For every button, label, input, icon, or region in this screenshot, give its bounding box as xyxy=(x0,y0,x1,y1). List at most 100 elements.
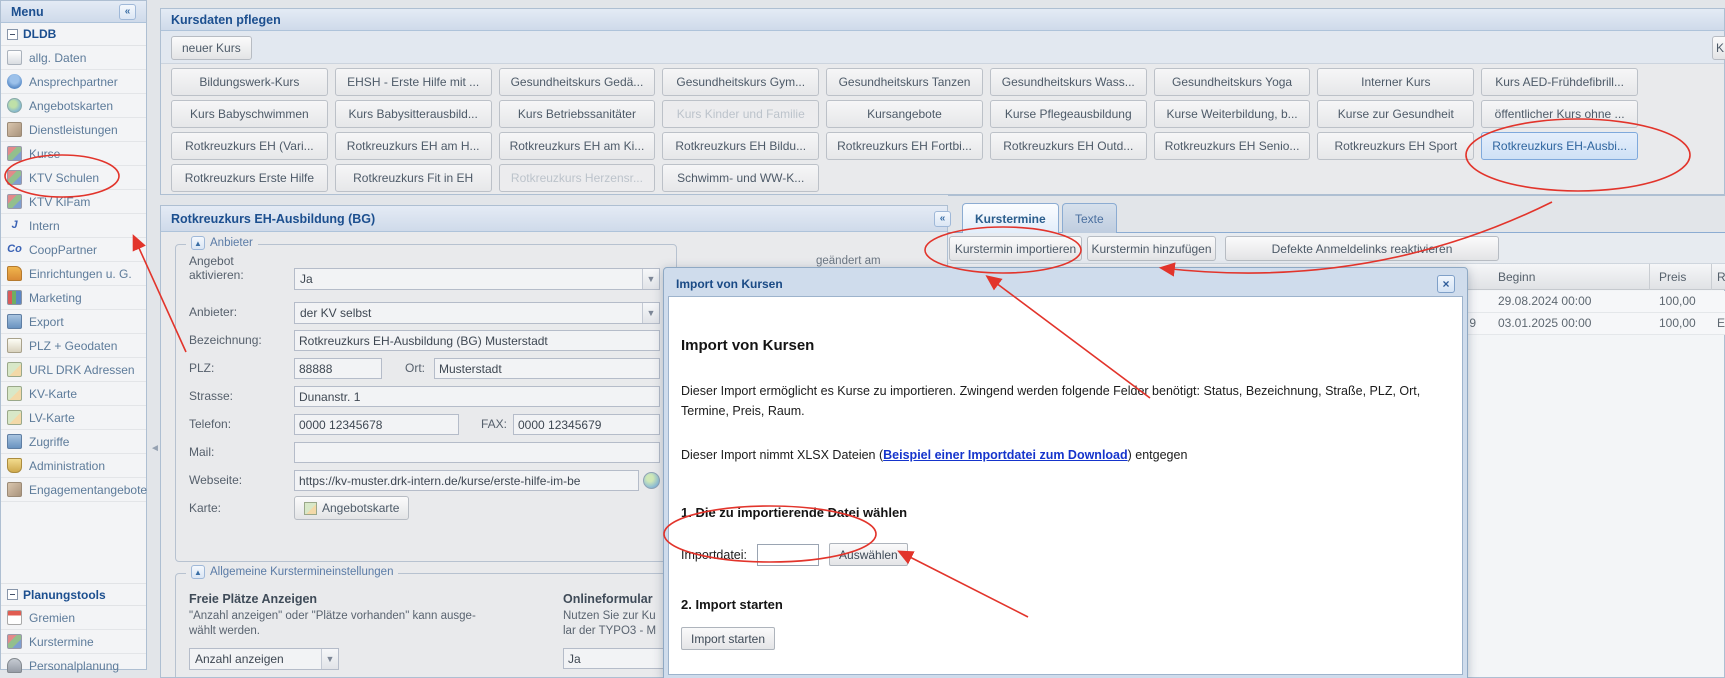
course-button[interactable]: Gesundheitskurs Tanzen xyxy=(826,68,983,96)
course-button[interactable]: EHSH - Erste Hilfe mit ... xyxy=(335,68,492,96)
course-button[interactable]: Schwimm- und WW-K... xyxy=(662,164,819,192)
auswaehlen-button[interactable]: Auswählen xyxy=(829,543,908,566)
course-button[interactable]: Rotkreuzkurs Erste Hilfe xyxy=(171,164,328,192)
telefon-input[interactable] xyxy=(294,414,459,435)
webseite-input[interactable] xyxy=(294,470,639,491)
course-button[interactable]: Kurs Betriebssanitäter xyxy=(499,100,656,128)
course-button[interactable]: Kurs AED-Frühdefibrill... xyxy=(1481,68,1638,96)
column-header-preis[interactable]: Preis xyxy=(1650,264,1712,290)
course-data-panel: Kursdaten pflegen neuer Kurs K Bildungsw… xyxy=(160,8,1725,195)
course-button[interactable]: Rotkreuzkurs Fit in EH xyxy=(335,164,492,192)
tab-texte[interactable]: Texte xyxy=(1062,203,1117,233)
sidebar-item[interactable]: URL DRK Adressen xyxy=(1,358,146,382)
defekte-anmeldelinks-button[interactable]: Defekte Anmeldelinks reaktivieren xyxy=(1225,236,1499,261)
sidebar-group-planungstools[interactable]: Planungstools xyxy=(1,583,146,606)
kurstermin-importieren-button[interactable]: Kurstermin importieren xyxy=(949,236,1082,261)
new-course-button[interactable]: neuer Kurs xyxy=(171,36,252,60)
sidebar-item[interactable]: LV-Karte xyxy=(1,406,146,430)
course-button[interactable]: öffentlicher Kurs ohne ... xyxy=(1481,100,1638,128)
course-button[interactable]: Kurse Pflegeausbildung xyxy=(990,100,1147,128)
course-data-header: Kursdaten pflegen xyxy=(161,9,1724,31)
sidebar-item[interactable]: Co CoopPartner xyxy=(1,238,146,262)
sidebar-item[interactable]: Kurstermine xyxy=(1,630,146,654)
bezeichnung-input[interactable] xyxy=(294,330,660,351)
course-button[interactable]: Kursangebote xyxy=(826,100,983,128)
sidebar-item[interactable]: Einrichtungen u. G. xyxy=(1,262,146,286)
course-button[interactable]: Gesundheitskurs Gedä... xyxy=(499,68,656,96)
course-button[interactable]: Rotkreuzkurs EH am H... xyxy=(335,132,492,160)
course-button[interactable]: Bildungswerk-Kurs xyxy=(171,68,328,96)
importdatei-input[interactable] xyxy=(757,544,819,566)
splitter-collapse-icon[interactable]: ◄ xyxy=(150,443,160,454)
sidebar-item[interactable]: Zugriffe xyxy=(1,430,146,454)
panel-collapse-icon[interactable]: « xyxy=(934,211,951,227)
course-button[interactable]: Rotkreuzkurs EH-Ausbi... xyxy=(1481,132,1638,160)
kurstermin-hinzufuegen-button[interactable]: Kurstermin hinzufügen xyxy=(1087,236,1216,261)
course-button[interactable]: Rotkreuzkurs EH am Ki... xyxy=(499,132,656,160)
angebot-select[interactable]: Ja▼ xyxy=(294,268,660,290)
course-button[interactable]: Rotkreuzkurs EH Bildu... xyxy=(662,132,819,160)
course-button[interactable]: Rotkreuzkurs EH Outd... xyxy=(990,132,1147,160)
plz-input[interactable] xyxy=(294,358,382,379)
sidebar-item[interactable]: KTV KiFam xyxy=(1,190,146,214)
sidebar-item[interactable]: Ansprechpartner xyxy=(1,70,146,94)
sidebar-item[interactable]: Marketing xyxy=(1,286,146,310)
karte-label: Karte: xyxy=(189,501,221,515)
sidebar-group-dldb[interactable]: DLDB xyxy=(1,23,146,46)
angebotskarte-button[interactable]: Angebotskarte xyxy=(294,496,409,520)
fieldset-collapse-icon[interactable]: ▲ xyxy=(191,236,205,250)
mail-input[interactable] xyxy=(294,442,660,463)
column-header-partial[interactable]: R xyxy=(1712,264,1725,290)
tab-bar: Kurstermine Texte xyxy=(948,196,1725,233)
modal-titlebar[interactable]: Import von Kursen × xyxy=(668,272,1463,296)
sidebar-item[interactable]: Engagementangebote xyxy=(1,478,146,502)
fieldset-collapse-icon[interactable]: ▲ xyxy=(191,565,205,579)
sidebar-item[interactable]: J Intern xyxy=(1,214,146,238)
sidebar-item[interactable]: KV-Karte xyxy=(1,382,146,406)
course-button[interactable]: Gesundheitskurs Gym... xyxy=(662,68,819,96)
sidebar-item[interactable]: allg. Daten xyxy=(1,46,146,70)
anbieter-select[interactable]: der KV selbst▼ xyxy=(294,302,660,324)
sidebar-item[interactable]: Personalplanung xyxy=(1,654,146,678)
course-button[interactable]: Rotkreuzkurs EH Fortbi... xyxy=(826,132,983,160)
sidebar-item-label: Zugriffe xyxy=(29,435,69,449)
import-starten-button[interactable]: Import starten xyxy=(681,627,775,650)
course-button[interactable]: Gesundheitskurs Yoga xyxy=(1154,68,1311,96)
sidebar-item[interactable]: KTV Schulen xyxy=(1,166,146,190)
fax-input[interactable] xyxy=(513,414,660,435)
sidebar-item-icon xyxy=(7,74,22,89)
course-button[interactable]: Rotkreuzkurs EH Sport xyxy=(1317,132,1474,160)
importdatei-download-link[interactable]: Beispiel einer Importdatei zum Download xyxy=(883,448,1127,462)
close-icon[interactable]: × xyxy=(1437,275,1455,293)
ort-input[interactable] xyxy=(434,358,660,379)
course-button[interactable]: Rotkreuzkurs Herzensr... xyxy=(499,164,656,192)
tab-kurstermine[interactable]: Kurstermine xyxy=(962,203,1059,233)
sidebar-item-icon xyxy=(7,410,22,425)
course-button[interactable]: Interner Kurs xyxy=(1317,68,1474,96)
sidebar-item[interactable]: PLZ + Geodaten xyxy=(1,334,146,358)
course-button[interactable]: Kurse Weiterbildung, b... xyxy=(1154,100,1311,128)
course-button[interactable]: Rotkreuzkurs EH (Vari... xyxy=(171,132,328,160)
column-header-beginn[interactable]: Beginn xyxy=(1478,264,1650,290)
sidebar-item[interactable]: Angebotskarten xyxy=(1,94,146,118)
course-button[interactable]: Kurs Babysitterausbild... xyxy=(335,100,492,128)
course-button[interactable]: Kurse zur Gesundheit xyxy=(1317,100,1474,128)
sidebar-collapse-icon[interactable]: « xyxy=(119,4,136,20)
sidebar-item-icon xyxy=(7,458,22,473)
anzahl-anzeigen-select[interactable]: Anzahl anzeigen▼ xyxy=(189,648,339,670)
course-button[interactable]: Kurs Kinder und Familie xyxy=(662,100,819,128)
course-button[interactable]: Kurs Babyschwimmen xyxy=(171,100,328,128)
collapse-minus-icon[interactable] xyxy=(7,589,18,600)
sidebar-item[interactable]: Gremien xyxy=(1,606,146,630)
course-button[interactable]: Rotkreuzkurs EH Senio... xyxy=(1154,132,1311,160)
sidebar-item[interactable]: Administration xyxy=(1,454,146,478)
collapse-minus-icon[interactable] xyxy=(7,29,18,40)
strasse-input[interactable] xyxy=(294,386,660,407)
sidebar-item[interactable]: Kurse xyxy=(1,142,146,166)
sidebar-item[interactable]: Dienstleistungen xyxy=(1,118,146,142)
globe-icon[interactable] xyxy=(643,472,660,489)
bezeichnung-label: Bezeichnung: xyxy=(189,333,262,347)
partial-clipped-button[interactable]: K xyxy=(1712,36,1725,60)
course-button[interactable]: Gesundheitskurs Wass... xyxy=(990,68,1147,96)
sidebar-item[interactable]: Export xyxy=(1,310,146,334)
